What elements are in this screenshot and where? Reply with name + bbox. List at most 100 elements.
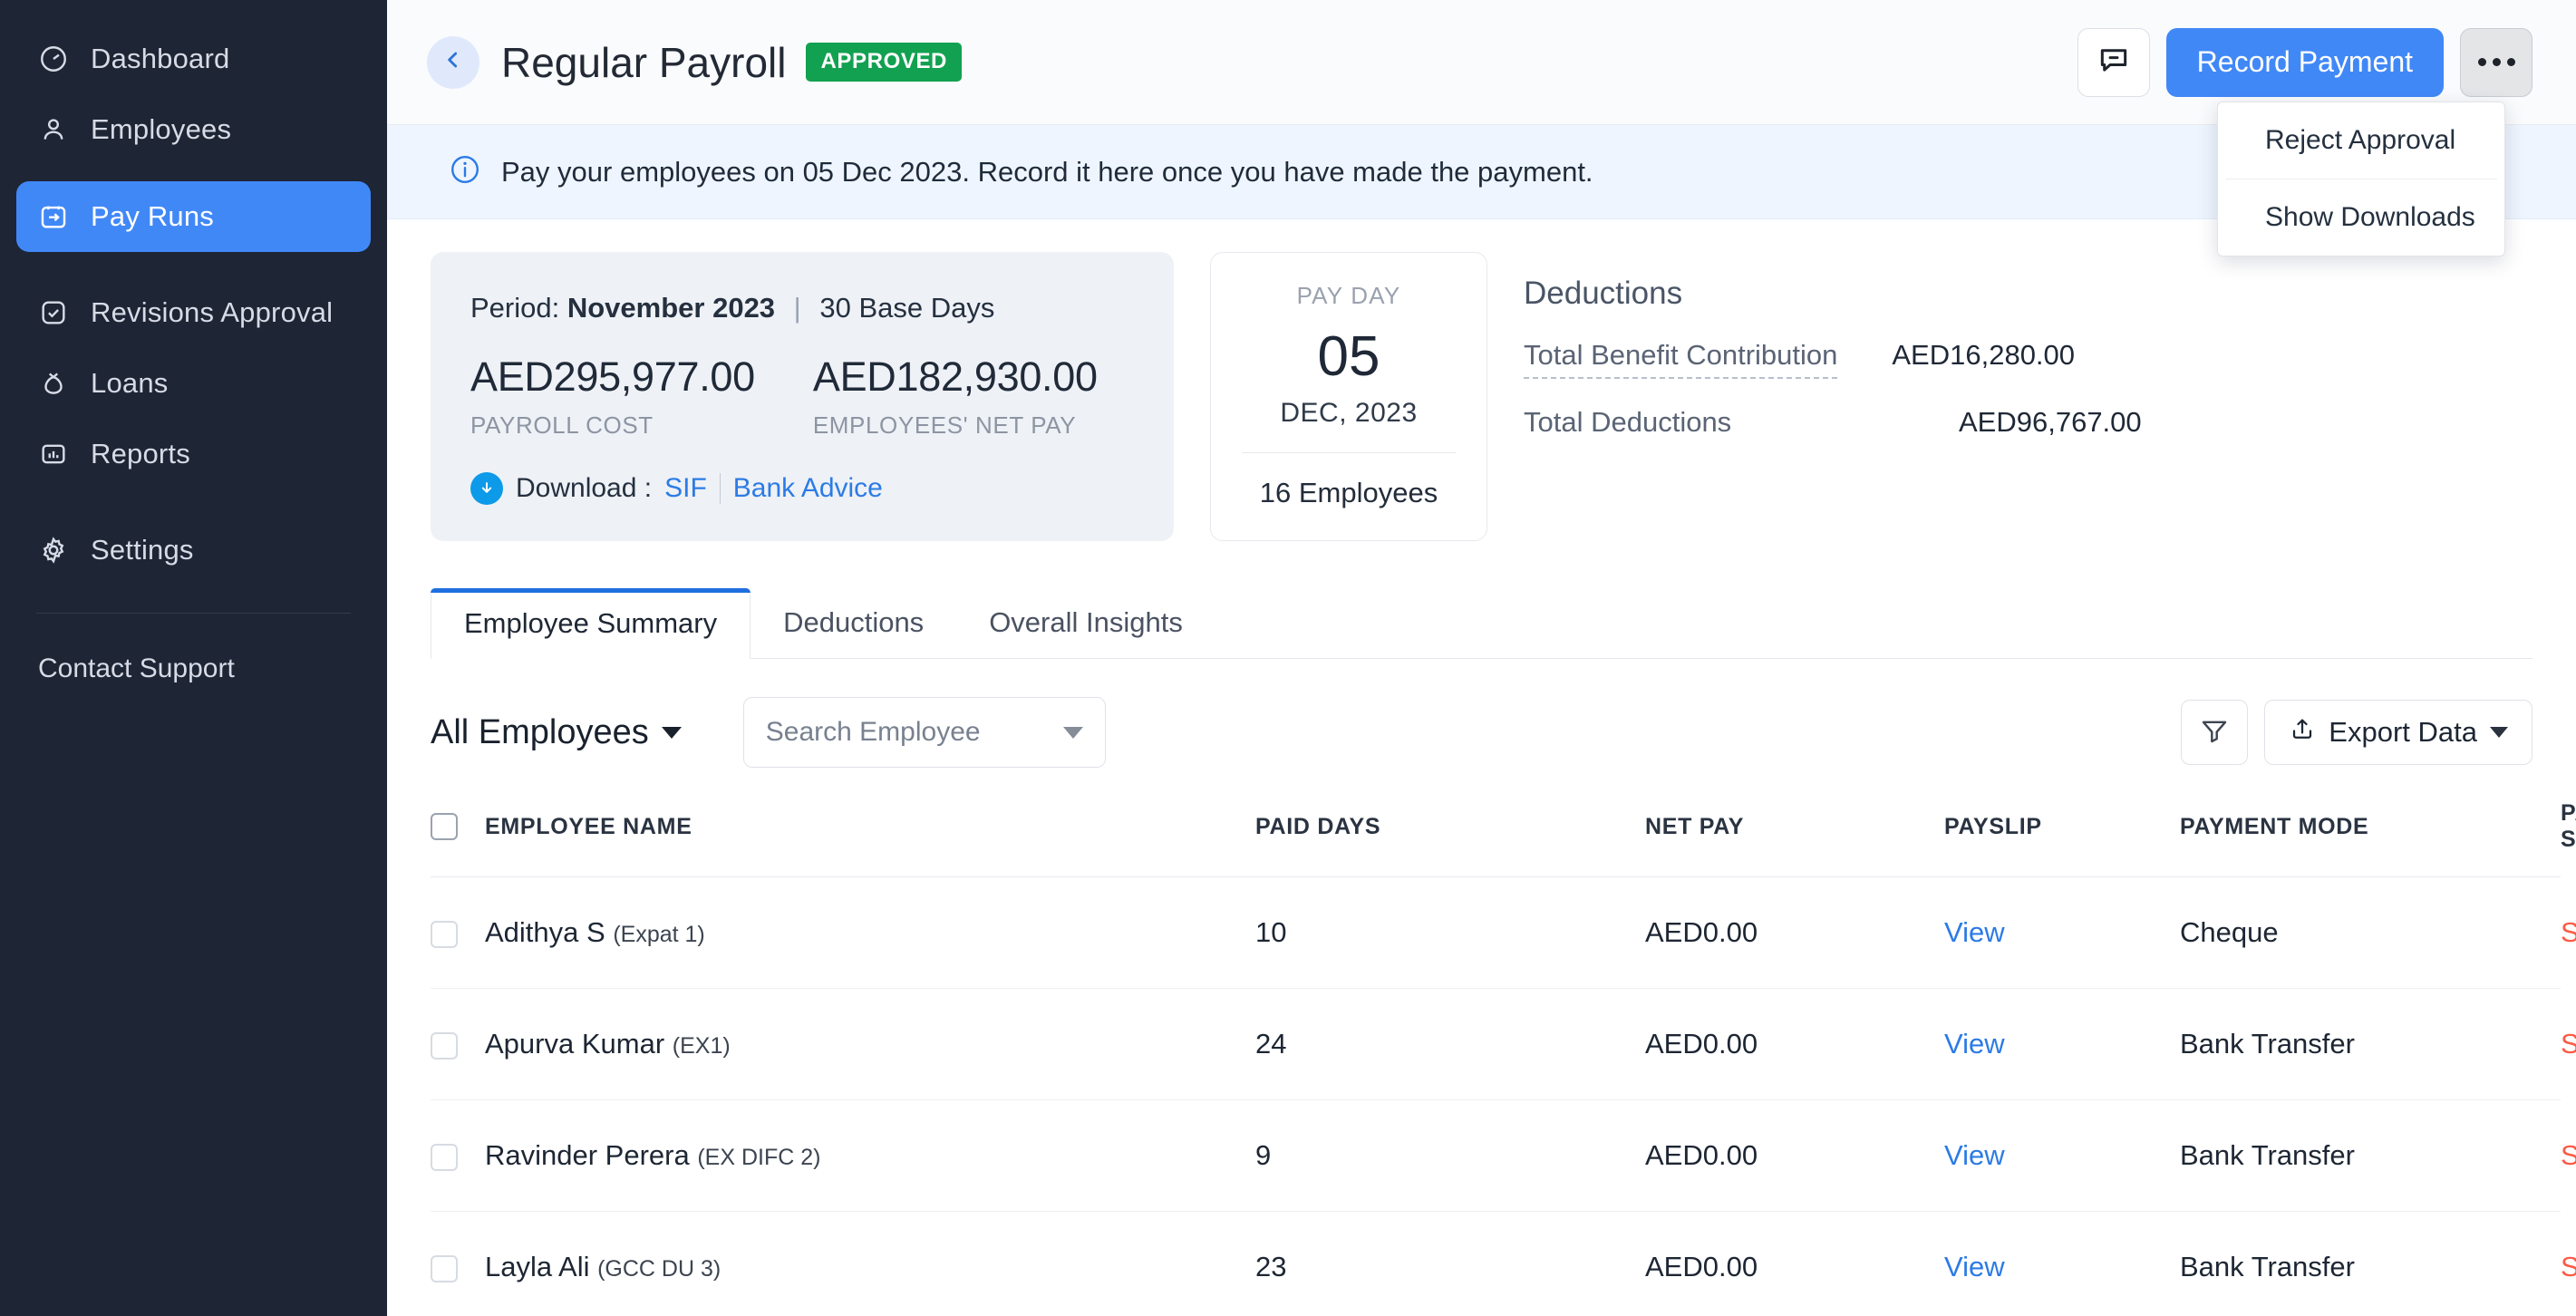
- view-payslip-link[interactable]: View: [1944, 1251, 2005, 1282]
- all-employees-label: All Employees: [431, 713, 649, 752]
- cell-paid-days: 9: [1255, 1100, 1645, 1212]
- chevron-down-icon: [1063, 727, 1083, 739]
- tab-employee-summary[interactable]: Employee Summary: [431, 588, 751, 659]
- sidebar-spacer: [0, 252, 387, 277]
- menu-item-show-downloads[interactable]: Show Downloads: [2218, 179, 2504, 256]
- sidebar-item-dashboard[interactable]: Dashboard: [16, 24, 371, 94]
- download-label: Download :: [516, 473, 652, 504]
- download-sif-link[interactable]: SIF: [664, 473, 707, 504]
- filter-button[interactable]: [2181, 700, 2248, 765]
- sidebar-item-label: Revisions Approval: [91, 296, 333, 329]
- pay-day-card: PAY DAY 05 DEC, 2023 16 Employees: [1210, 252, 1487, 541]
- chevron-left-icon: [441, 48, 465, 76]
- column-paid-days: PAID DAYS: [1255, 800, 1645, 877]
- select-all-checkbox[interactable]: [431, 813, 458, 840]
- tab-overall-insights[interactable]: Overall Insights: [956, 587, 1215, 658]
- sidebar-item-revisions-approval[interactable]: Revisions Approval: [16, 277, 371, 348]
- more-options-button[interactable]: [2460, 28, 2532, 97]
- total-benefit-contribution-value: AED16,280.00: [1892, 339, 2075, 372]
- cell-paid-days: 10: [1255, 877, 1645, 989]
- search-employee-input[interactable]: Search Employee: [743, 697, 1106, 768]
- payroll-cost-label: PAYROLL COST: [470, 411, 755, 440]
- funnel-icon: [2199, 715, 2230, 750]
- table-body: Adithya S (Expat 1) 10 AED0.00 View Cheq…: [431, 877, 2561, 1316]
- cell-payslip: View: [1944, 1212, 2180, 1316]
- view-payslip-link[interactable]: View: [1944, 1028, 2005, 1060]
- comment-button[interactable]: [2077, 28, 2150, 97]
- payment-status-text: Salary Hold: [2561, 1028, 2576, 1060]
- tab-bar: Employee Summary Deductions Overall Insi…: [431, 588, 2532, 659]
- loans-icon: [36, 366, 71, 401]
- employee-name: Adithya S: [485, 916, 605, 948]
- back-button[interactable]: [427, 36, 479, 89]
- view-payslip-link[interactable]: View: [1944, 916, 2005, 948]
- sidebar-spacer: [0, 489, 387, 515]
- download-circle-icon: [470, 472, 503, 505]
- select-all-header: [431, 800, 485, 877]
- period-label: Period:: [470, 292, 559, 324]
- employee-name: Apurva Kumar: [485, 1028, 664, 1060]
- cell-payment-mode: Bank Transfer: [2180, 1100, 2561, 1212]
- chevron-down-icon: [2490, 727, 2508, 738]
- total-deductions-value: AED96,767.00: [1959, 406, 2142, 439]
- total-benefit-contribution-label[interactable]: Total Benefit Contribution: [1524, 339, 1837, 379]
- sidebar-item-reports[interactable]: Reports: [16, 419, 371, 489]
- revisions-approval-icon: [36, 295, 71, 330]
- row-select-cell: [431, 877, 485, 989]
- contact-support-link[interactable]: Contact Support: [0, 614, 387, 684]
- table-toolbar: All Employees Search Employee: [431, 697, 2532, 768]
- payment-status-text: Salary Hold: [2561, 1251, 2576, 1283]
- table-row[interactable]: Layla Ali (GCC DU 3) 23 AED0.00 View Ban…: [431, 1212, 2561, 1316]
- table-row[interactable]: Apurva Kumar (EX1) 24 AED0.00 View Bank …: [431, 989, 2561, 1100]
- deductions-row: Total Benefit Contribution AED16,280.00: [1524, 339, 2532, 379]
- status-badge: APPROVED: [806, 43, 962, 82]
- sidebar-item-pay-runs[interactable]: Pay Runs: [16, 181, 371, 252]
- download-link-divider: [720, 473, 721, 504]
- more-horizontal-icon: [2478, 58, 2515, 66]
- sidebar-item-loans[interactable]: Loans: [16, 348, 371, 419]
- row-checkbox[interactable]: [431, 1032, 458, 1060]
- pay-day-divider: [1242, 452, 1456, 453]
- cell-employee-name: Adithya S (Expat 1): [485, 877, 1255, 989]
- content-area: Period: November 2023 | 30 Base Days AED…: [387, 219, 2576, 1316]
- cell-net-pay: AED0.00: [1645, 877, 1944, 989]
- sidebar-spacer: [0, 165, 387, 181]
- row-checkbox[interactable]: [431, 1144, 458, 1171]
- export-data-label: Export Data: [2329, 716, 2477, 749]
- deductions-row: Total Deductions AED96,767.00: [1524, 406, 2532, 439]
- employee-code: (GCC DU 3): [597, 1256, 721, 1282]
- tab-deductions[interactable]: Deductions: [751, 587, 956, 658]
- net-pay-value: AED182,930.00: [813, 353, 1098, 401]
- column-net-pay: NET PAY: [1645, 800, 1944, 877]
- comment-icon: [2097, 43, 2131, 82]
- top-bar-actions: Record Payment: [2077, 28, 2532, 97]
- sidebar-item-employees[interactable]: Employees: [16, 94, 371, 165]
- export-data-button[interactable]: Export Data: [2264, 700, 2532, 765]
- sidebar-item-settings[interactable]: Settings: [16, 515, 371, 585]
- employee-summary-table: EMPLOYEE NAME PAID DAYS NET PAY PAYSLIP …: [431, 800, 2561, 1316]
- net-pay-block: AED182,930.00 EMPLOYEES' NET PAY: [813, 353, 1098, 440]
- column-payment-mode: PAYMENT MODE: [2180, 800, 2561, 877]
- pay-day-number: 05: [1211, 324, 1487, 389]
- pay-day-label: PAY DAY: [1211, 282, 1487, 310]
- employee-name: Layla Ali: [485, 1251, 589, 1282]
- table-row[interactable]: Adithya S (Expat 1) 10 AED0.00 View Cheq…: [431, 877, 2561, 989]
- top-bar: Regular Payroll APPROVED Record Payment …: [387, 0, 2576, 125]
- period-value: November 2023: [567, 292, 775, 324]
- cell-payslip: View: [1944, 989, 2180, 1100]
- record-payment-button[interactable]: Record Payment: [2166, 28, 2444, 97]
- more-options-menu: Reject Approval Show Downloads: [2217, 102, 2505, 256]
- all-employees-dropdown[interactable]: All Employees: [431, 713, 682, 752]
- table-row[interactable]: Ravinder Perera (EX DIFC 2) 9 AED0.00 Vi…: [431, 1100, 2561, 1212]
- view-payslip-link[interactable]: View: [1944, 1139, 2005, 1171]
- menu-item-reject-approval[interactable]: Reject Approval: [2218, 102, 2504, 179]
- page-title: Regular Payroll: [501, 38, 786, 87]
- row-checkbox[interactable]: [431, 921, 458, 948]
- base-days: 30 Base Days: [819, 292, 994, 324]
- sidebar-item-label: Pay Runs: [91, 200, 214, 233]
- payroll-cost-value: AED295,977.00: [470, 353, 755, 401]
- download-bank-advice-link[interactable]: Bank Advice: [733, 473, 883, 504]
- pay-day-month-year: DEC, 2023: [1211, 398, 1487, 429]
- pay-runs-icon: [36, 199, 71, 234]
- row-checkbox[interactable]: [431, 1255, 458, 1282]
